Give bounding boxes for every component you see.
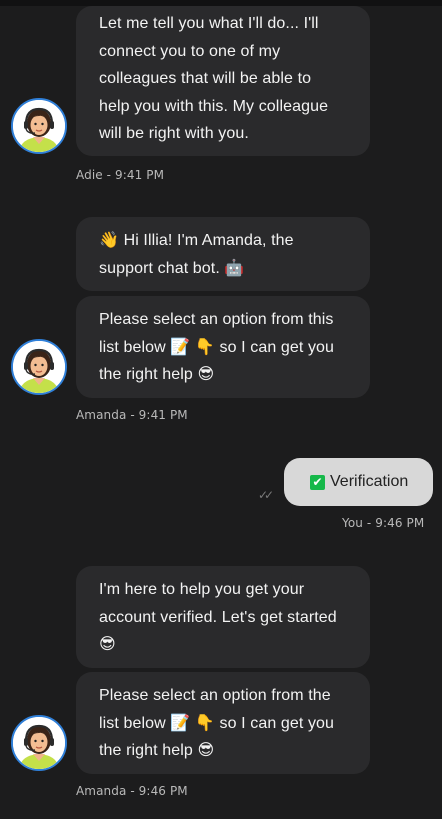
message-line: I'm here to help you get your	[99, 581, 305, 598]
message-meta: Amanda - 9:41 PM	[76, 408, 188, 422]
agent-avatar-icon	[11, 339, 67, 395]
bot-message-bubble: Please select an option from this list b…	[76, 296, 370, 398]
message-line: 😎	[99, 636, 116, 653]
bot-message-bubble: 👋 Hi Illia! I'm Amanda, the support chat…	[76, 217, 370, 291]
message-line: 👋 Hi Illia! I'm Amanda, the	[99, 232, 294, 249]
user-message-bubble: ✔ Verification	[284, 458, 433, 506]
message-line: the right help 😎	[99, 742, 215, 759]
agent-avatar-icon	[11, 715, 67, 771]
message-meta: Adie - 9:41 PM	[76, 168, 165, 182]
message-line: support chat bot. 🤖	[99, 259, 245, 277]
bot-message-bubble: Please select an option from the list be…	[76, 672, 370, 774]
user-message-text: Verification	[330, 473, 409, 490]
bot-message-bubble: I'm here to help you get your account ve…	[76, 566, 370, 668]
double-tick-icon: ✓✓	[258, 488, 274, 502]
message-line: Let me tell you what I'll do... I'll	[99, 15, 319, 32]
message-line: list below 📝 👇 so I can get you	[99, 338, 335, 356]
message-line: Please select an option from the	[99, 687, 331, 704]
message-line: help you with this. My colleague	[99, 97, 329, 115]
message-line: colleagues that will be able to	[99, 70, 312, 87]
agent-avatar-icon	[11, 98, 67, 154]
message-line: list below 📝 👇 so I can get you	[99, 714, 335, 732]
message-line: will be right with you.	[99, 125, 249, 142]
message-line: Please select an option from this	[99, 311, 334, 328]
message-meta: Amanda - 9:46 PM	[76, 784, 188, 798]
message-line: the right help 😎	[99, 366, 215, 383]
bot-message-bubble: Let me tell you what I'll do... I'll con…	[76, 6, 370, 156]
message-meta: You - 9:46 PM	[342, 516, 425, 530]
check-mark-box-icon: ✔	[310, 474, 325, 490]
message-line: connect you to one of my	[99, 42, 281, 60]
message-line: account verified. Let's get started	[99, 608, 337, 626]
